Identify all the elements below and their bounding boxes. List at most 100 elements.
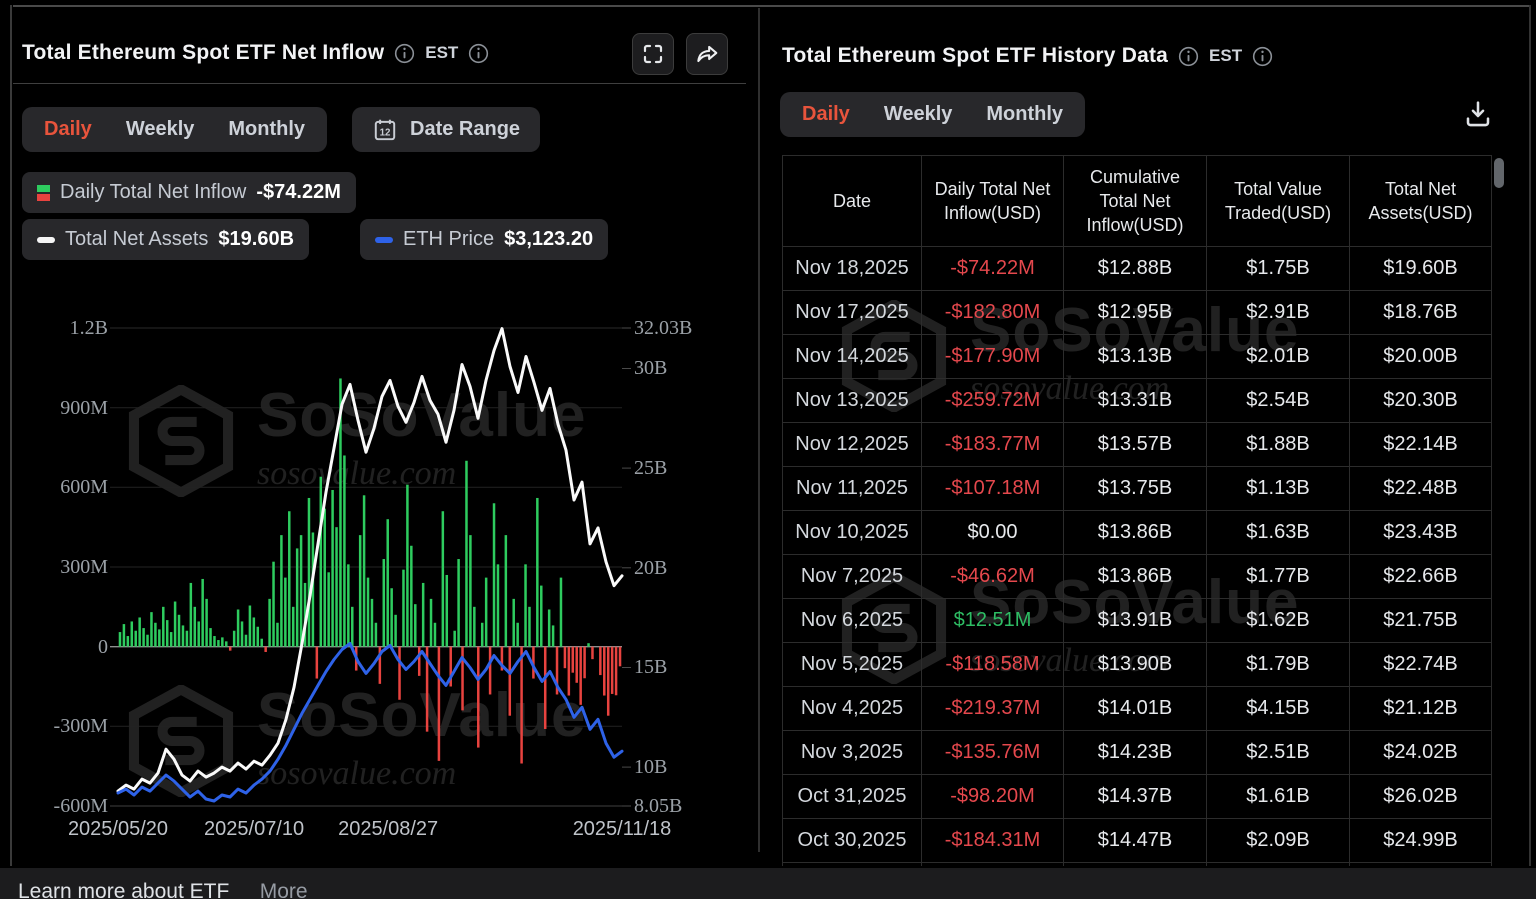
panel-divider bbox=[758, 8, 760, 852]
inflow-bar bbox=[268, 598, 271, 647]
left-panel-header: Total Ethereum Spot ETF Net Inflow EST bbox=[22, 33, 489, 73]
tab-monthly[interactable]: Monthly bbox=[228, 118, 305, 141]
inflow-bar bbox=[158, 629, 161, 647]
inflow-bar bbox=[618, 646, 622, 667]
cell-date: Nov 7,2025 bbox=[782, 554, 922, 599]
share-button[interactable] bbox=[686, 33, 728, 75]
inflow-bar bbox=[118, 632, 122, 647]
tab-weekly[interactable]: Weekly bbox=[884, 103, 953, 126]
inflow-bar bbox=[457, 559, 460, 647]
cell-assets: $26.02B bbox=[1349, 774, 1492, 819]
cell-cumulative: $13.75B bbox=[1063, 466, 1207, 511]
inflow-bar bbox=[488, 646, 492, 695]
inflow-bar bbox=[228, 646, 232, 651]
tab-daily[interactable]: Daily bbox=[44, 118, 92, 141]
inflow-bar bbox=[543, 646, 547, 729]
inflow-bar bbox=[520, 646, 523, 764]
more-link[interactable]: More bbox=[260, 880, 308, 899]
info-icon[interactable] bbox=[468, 43, 489, 64]
col-total-value-traded: Total Value Traded(USD) bbox=[1206, 155, 1350, 247]
inflow-bar bbox=[540, 585, 543, 647]
cell-assets: $20.30B bbox=[1349, 378, 1492, 423]
inflow-bar bbox=[217, 640, 220, 647]
svg-text:12: 12 bbox=[380, 127, 391, 138]
cell-inflow: -$219.37M bbox=[921, 686, 1064, 731]
inflow-bar bbox=[567, 646, 571, 696]
table-row: Nov 7,2025 -$46.62M $13.86B $1.77B $22.66B bbox=[782, 554, 1492, 599]
timezone-label: EST bbox=[1209, 46, 1243, 65]
tab-weekly[interactable]: Weekly bbox=[126, 118, 195, 141]
legend-total-net-assets[interactable]: Total Net Assets $19.60B bbox=[22, 219, 310, 260]
table-row: Oct 30,2025 -$184.31M $14.47B $2.09B $24.99B bbox=[782, 818, 1492, 863]
inflow-bar bbox=[441, 511, 445, 647]
left-header-underline bbox=[13, 83, 746, 84]
inflow-bar bbox=[516, 622, 519, 647]
inflow-bar bbox=[291, 606, 295, 647]
inflow-bar bbox=[480, 622, 484, 647]
inflow-bar bbox=[276, 622, 279, 647]
download-button[interactable] bbox=[1462, 98, 1494, 135]
inflow-bar bbox=[504, 535, 508, 647]
table-row: Nov 12,2025 -$183.77M $13.57B $1.88B $22.14B bbox=[782, 422, 1492, 467]
cell-assets: $22.14B bbox=[1349, 422, 1492, 467]
inflow-bar bbox=[599, 646, 602, 676]
tab-monthly[interactable]: Monthly bbox=[986, 103, 1063, 126]
inflow-bar bbox=[571, 646, 575, 673]
inflow-bar bbox=[126, 636, 130, 647]
white-dash-icon bbox=[37, 236, 55, 243]
cell-traded: $2.01B bbox=[1206, 334, 1350, 379]
tab-daily[interactable]: Daily bbox=[802, 103, 850, 126]
footer-bar: Learn more about ETF More bbox=[0, 868, 1536, 899]
cell-date: Nov 3,2025 bbox=[782, 730, 922, 775]
cell-date: Nov 14,2025 bbox=[782, 334, 922, 379]
inflow-bar bbox=[492, 503, 496, 647]
inflow-bar bbox=[327, 572, 330, 647]
cell-inflow: -$46.62M bbox=[921, 554, 1064, 599]
inflow-bar bbox=[154, 622, 157, 647]
inflow-bar bbox=[390, 588, 393, 647]
inflow-bar bbox=[323, 508, 326, 647]
inflow-bar bbox=[406, 484, 409, 647]
legend-eth-price[interactable]: ETH Price $3,123.20 bbox=[360, 219, 609, 260]
inflow-bar bbox=[213, 636, 216, 647]
history-data-table[interactable]: Date Daily Total Net Inflow(USD) Cumulat… bbox=[782, 155, 1492, 866]
left-interval-tabs: Daily Weekly Monthly bbox=[22, 107, 328, 152]
cell-assets: $21.75B bbox=[1349, 598, 1492, 643]
inflow-bar bbox=[528, 606, 531, 647]
cell-cumulative: $13.31B bbox=[1063, 378, 1207, 423]
fullscreen-button[interactable] bbox=[632, 33, 674, 75]
cell-cumulative: $13.86B bbox=[1063, 510, 1207, 555]
table-row: Oct 31,2025 -$98.20M $14.37B $1.61B $26.02B bbox=[782, 774, 1492, 819]
inflow-bar bbox=[256, 626, 260, 647]
inflow-bar bbox=[189, 582, 193, 647]
inflow-bar bbox=[559, 577, 563, 647]
info-icon[interactable] bbox=[394, 43, 415, 64]
inflow-bar bbox=[587, 643, 590, 647]
net-inflow-chart[interactable] bbox=[10, 300, 750, 860]
cell-assets: $23.43B bbox=[1349, 510, 1492, 555]
inflow-bar bbox=[421, 582, 425, 647]
inflow-bar bbox=[169, 632, 173, 647]
cell-traded: $1.88B bbox=[1206, 422, 1350, 467]
inflow-bar bbox=[398, 646, 401, 700]
inflow-bar bbox=[205, 598, 208, 647]
inflow-bar bbox=[197, 621, 200, 647]
inflow-bar bbox=[162, 606, 165, 647]
cell-date: Nov 18,2025 bbox=[782, 246, 922, 291]
cell-date: Nov 5,2025 bbox=[782, 642, 922, 687]
info-icon[interactable] bbox=[1178, 46, 1199, 67]
inflow-bar bbox=[477, 646, 480, 748]
inflow-bar bbox=[288, 511, 291, 647]
date-range-button[interactable]: 12 Date Range bbox=[352, 107, 541, 152]
inflow-bar bbox=[469, 535, 472, 647]
inflow-bar bbox=[366, 577, 370, 647]
inflow-bar bbox=[433, 622, 437, 647]
legend-daily-net-inflow[interactable]: Daily Total Net Inflow -$74.22M bbox=[22, 172, 356, 213]
table-scrollbar-thumb[interactable] bbox=[1494, 158, 1504, 188]
cell-date: Oct 30,2025 bbox=[782, 818, 922, 863]
table-header-row: Date Daily Total Net Inflow(USD) Cumulat… bbox=[782, 155, 1492, 247]
info-icon[interactable] bbox=[1252, 46, 1273, 67]
inflow-bar bbox=[524, 564, 527, 647]
cell-traded: $2.09B bbox=[1206, 818, 1350, 863]
cell-inflow: -$98.20M bbox=[921, 774, 1064, 819]
